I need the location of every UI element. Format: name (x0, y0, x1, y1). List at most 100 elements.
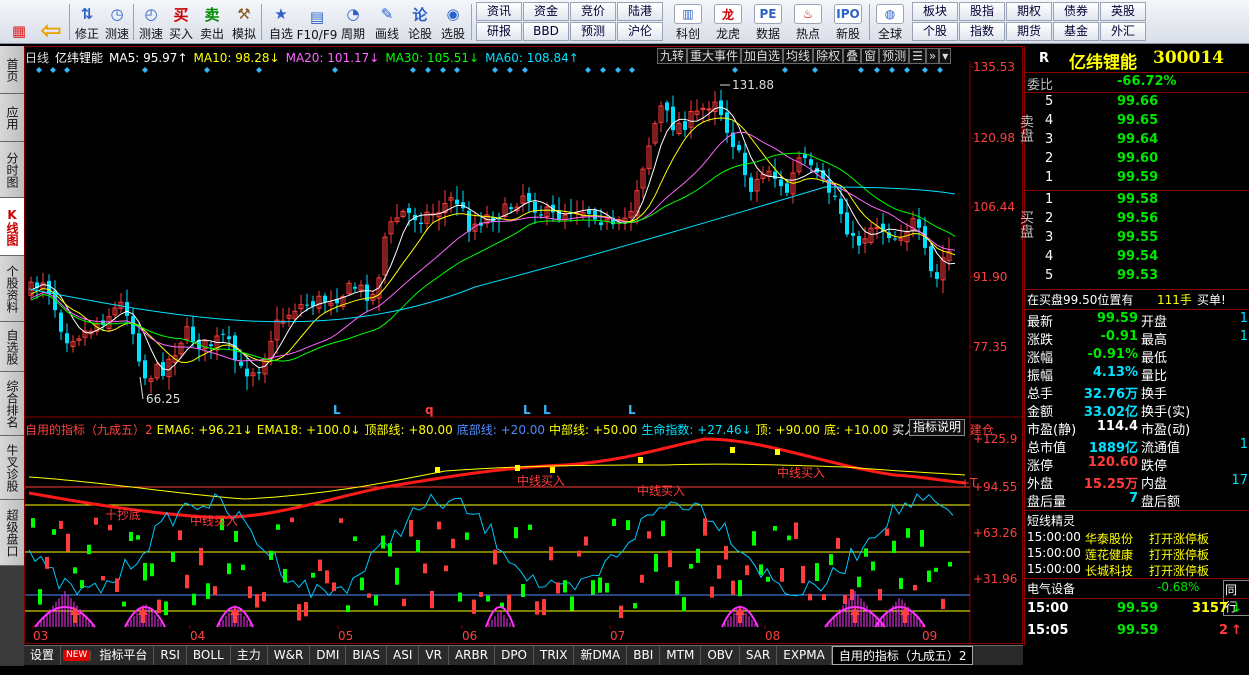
toolbar-button-13[interactable]: ◉ 选股 (436, 2, 470, 42)
toolbar-button-6[interactable]: 卖卖出 (196, 2, 228, 42)
indicator-bar-up (157, 599, 161, 614)
indicator-bar-down (563, 580, 567, 593)
toolbar-button2-2[interactable]: PE 数据 (748, 2, 788, 42)
toolbar-button2-0[interactable]: ▥ 科创 (668, 2, 708, 42)
event-diamond (585, 67, 591, 73)
toolbar-button-2[interactable]: ⇅ 修正 (72, 2, 102, 42)
indicator-tab[interactable]: 自用的指标（九成五）2 (831, 646, 974, 665)
sidebar-tab-8[interactable]: 超级盘口 (0, 500, 24, 566)
toolbar-grid-button[interactable]: BBD (523, 22, 569, 41)
toolbar-grid-button[interactable]: 竞价 (570, 2, 616, 21)
sidebar-tab-6[interactable]: 综合排名 (0, 372, 24, 436)
toolbar-grid-button[interactable]: 预测 (570, 22, 616, 41)
ma60-line (28, 186, 956, 323)
toolbar-grid-button[interactable]: 资讯 (476, 2, 522, 21)
sidebar-tab-0[interactable]: 首页 (0, 46, 24, 94)
indicator-tab[interactable]: RSI (154, 646, 187, 665)
indicator-bar-up (248, 586, 252, 599)
x-axis-label: 08 (765, 629, 780, 643)
indicator-tab[interactable]: ARBR (449, 646, 496, 665)
kline-chart[interactable]: 135.53120.98106.4491.9077.35+125.9+94.55… (25, 47, 1024, 645)
level-num: 4 (1045, 249, 1054, 264)
toolbar-button-1[interactable]: ⇦ (34, 2, 68, 46)
indicator-tab[interactable]: 新DMA (574, 646, 628, 665)
toolbar-grid-button[interactable]: 沪伦 (617, 22, 663, 41)
indicator-bar-up (724, 545, 728, 560)
candle-down (785, 183, 789, 193)
indicator-tab[interactable]: MTM (660, 646, 702, 665)
toolbar-grid-button[interactable]: 陆港 (617, 2, 663, 21)
toolbar-button-11[interactable]: ✎ 画线 (370, 2, 404, 42)
toolbar-button-5[interactable]: 买买入 (166, 2, 196, 42)
indicator-legend-item: 底部线: +20.00 (456, 423, 546, 437)
toolbar-grid-button[interactable]: 期权 (1006, 2, 1052, 21)
toolbar-button-7[interactable]: ⚒ 模拟 (228, 2, 260, 42)
toolbar-grid-button[interactable]: 英股 (1100, 2, 1146, 21)
toolbar-grid-button[interactable]: 股指 (959, 2, 1005, 21)
toolbar-button-9[interactable]: ▤ F10/F9 (297, 2, 338, 42)
sector-name: 电气设备 (1027, 582, 1076, 596)
indicator-tab[interactable]: VR (419, 646, 449, 665)
indicator-tab[interactable]: BIAS (346, 646, 388, 665)
toolbar-button-3[interactable]: ◷ 测速 (102, 2, 132, 42)
toolbar-grid-button[interactable]: 资金 (523, 2, 569, 21)
candle-down (467, 210, 471, 232)
toolbar-button2-4[interactable]: IPO 新股 (828, 2, 868, 42)
sidebar-tab-2[interactable]: 分时图 (0, 142, 24, 198)
sprite-stock[interactable]: 莲花健康 (1085, 546, 1133, 563)
indicator-help-button[interactable]: 指标说明 (909, 419, 966, 436)
toolbar-grid-button[interactable]: 债券 (1053, 2, 1099, 21)
indicator-tab[interactable]: SAR (740, 646, 778, 665)
indicator-bar-up (808, 593, 812, 601)
indicator-bar-up (619, 605, 623, 619)
candle-down (65, 333, 69, 344)
indicator-tab[interactable]: 主力 (231, 646, 268, 665)
indicator-tab[interactable]: W&R (268, 646, 311, 665)
toolbar-grid-button[interactable]: 研报 (476, 22, 522, 41)
candle-down (737, 144, 741, 151)
indicator-tab[interactable]: EXPMA (777, 646, 832, 665)
toolbar-grid-button[interactable]: 期货 (1006, 22, 1052, 41)
indicator-tab[interactable]: TRIX (534, 646, 575, 665)
toolbar-grid-button[interactable]: 个股 (912, 22, 958, 41)
short-sprite-item: 15:00:00 长城科技 打开涨停板 (1025, 562, 1249, 578)
indicator-tab[interactable]: 设置 (24, 646, 62, 665)
stat-row: 金额 33.02亿 换手(实) (1025, 401, 1249, 420)
event-diamond (812, 67, 818, 73)
toolbar-grid-button[interactable]: 板块 (912, 2, 958, 21)
candle-down (455, 199, 459, 205)
indicator-tab[interactable]: ASI (387, 646, 420, 665)
indicator-tab[interactable]: 指标平台 (93, 646, 155, 665)
toolbar-button-10[interactable]: ◔ 周期 (336, 2, 370, 42)
indicator-tab[interactable]: BBI (627, 646, 661, 665)
indicator-tab[interactable]: DPO (495, 646, 534, 665)
indicator-tab[interactable]: BOLL (187, 646, 231, 665)
toolbar-grid-button[interactable]: 指数 (959, 22, 1005, 41)
sidebar-tab-1[interactable]: 应用 (0, 94, 24, 142)
high-price-label: 131.88 (732, 78, 774, 92)
toolbar-grid-button[interactable]: 外汇 (1100, 22, 1146, 41)
stat-label: 振幅 (1027, 369, 1054, 384)
sidebar-tab-7[interactable]: 牛叉诊股 (0, 436, 24, 500)
toolbar-button-8[interactable]: ★ 自选 (264, 2, 298, 42)
x-axis-label: 03 (33, 629, 48, 643)
toolbar-label: 修正 (74, 27, 99, 41)
toolbar-button-12[interactable]: 论论股 (404, 2, 436, 42)
short-sprite-item: 15:00:00 莲花健康 打开涨停板 (1025, 546, 1249, 562)
weibi-value: -66.72% (1117, 74, 1177, 89)
toolbar-button2-5[interactable]: ◍ 全球 (872, 2, 908, 42)
sidebar-tab-4[interactable]: 个股资料 (0, 256, 24, 322)
chart-panel[interactable]: 日线 亿纬锂能 MA5: 95.97↑ MA10: 98.28↓ MA20: 101.1… (24, 46, 1024, 645)
sprite-stock[interactable]: 长城科技 (1085, 562, 1133, 579)
sprite-stock[interactable]: 华泰股份 (1085, 530, 1133, 547)
sidebar-tab-5[interactable]: 自选股 (0, 322, 24, 372)
toolbar-button2-3[interactable]: ♨ 热点 (788, 2, 828, 42)
sidebar-tab-3[interactable]: K线图 (0, 198, 24, 256)
indicator-tab[interactable]: DMI (310, 646, 347, 665)
toolbar-button-0[interactable]: ▦ (4, 2, 34, 42)
toolbar-grid-button[interactable]: 基金 (1053, 22, 1099, 41)
indicator-tab[interactable]: OBV (701, 646, 740, 665)
divider (1025, 309, 1249, 310)
toolbar-button2-1[interactable]: 龙龙虎 (708, 2, 748, 42)
toolbar-button-4[interactable]: ◴ 测速 (136, 2, 166, 42)
